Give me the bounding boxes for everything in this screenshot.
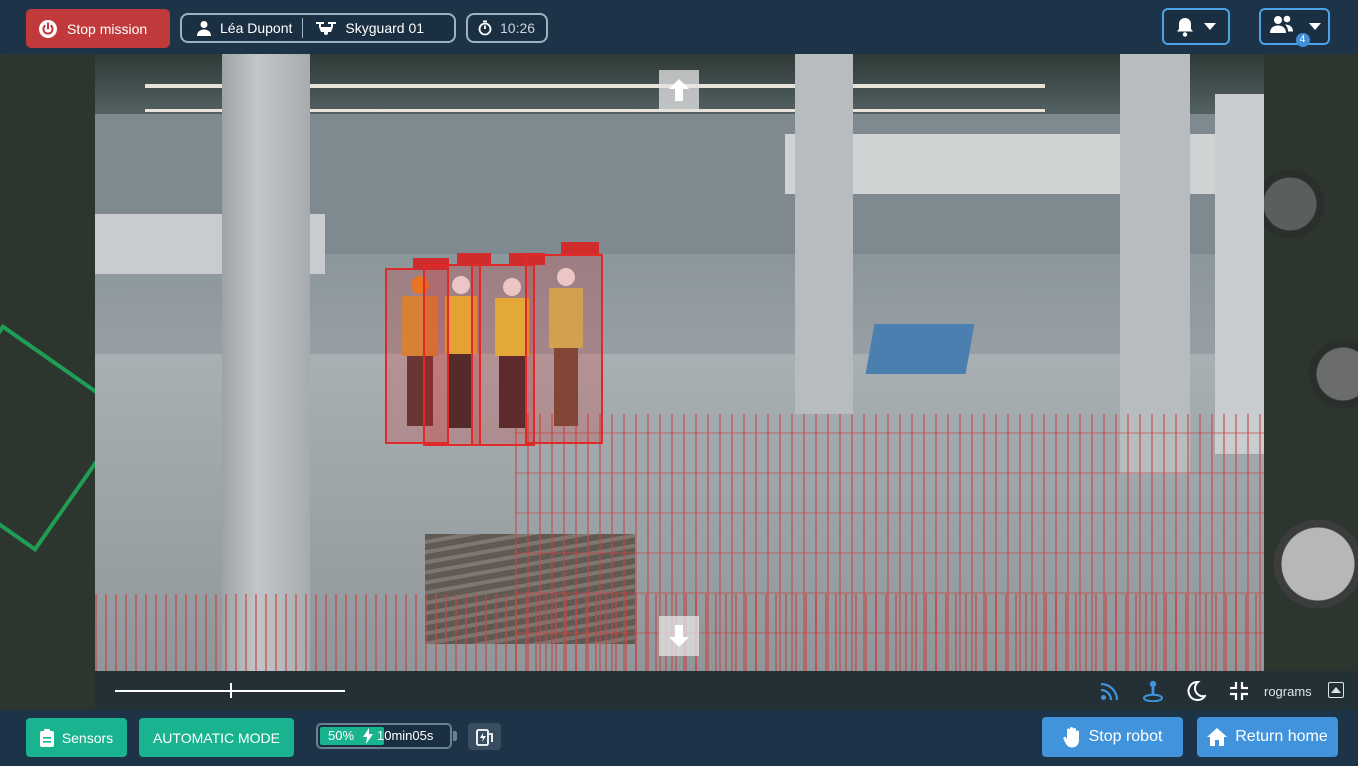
stop-mission-label: Stop mission [67, 20, 148, 37]
arrow-up-icon [669, 79, 689, 101]
bottom-bar: Sensors AUTOMATIC MODE 50% 10min05s Stop… [0, 710, 1358, 766]
stopwatch-icon [478, 20, 492, 36]
operator-name: Léa Dupont [220, 20, 293, 36]
scene-column [1215, 94, 1264, 454]
stop-robot-button[interactable]: Stop robot [1042, 717, 1183, 757]
timer-value: 10:26 [500, 20, 536, 36]
bolt-icon [363, 728, 373, 744]
notifications-button[interactable] [1162, 8, 1230, 45]
automatic-mode-button[interactable]: AUTOMATIC MODE [139, 718, 294, 757]
signal-icon [1100, 682, 1119, 701]
sensors-button[interactable]: Sensors [26, 718, 127, 757]
camera-down-button[interactable] [659, 616, 699, 656]
sensors-label: Sensors [61, 729, 114, 746]
chevron-down-icon [1308, 22, 1321, 30]
signal-button[interactable] [1098, 679, 1122, 703]
clipboard-icon [39, 728, 54, 747]
camera-up-button[interactable] [659, 70, 699, 110]
top-bar: Stop mission Léa Dupont Skyguard 01 10:2… [0, 0, 1358, 54]
arrow-down-icon [669, 625, 689, 647]
dock-icon [475, 728, 493, 746]
camera-feed[interactable] [95, 54, 1264, 671]
team-icon-wrap: 4 [1269, 15, 1310, 47]
battery-indicator: 50% 10min05s [316, 723, 452, 749]
robot-name: Skyguard 01 [345, 20, 425, 36]
scene-column [222, 54, 310, 671]
scrubber-handle[interactable] [230, 683, 232, 698]
drone-icon [316, 22, 337, 35]
video-controls-bar: rograms [95, 671, 1358, 710]
operator-robot-info: Léa Dupont Skyguard 01 [180, 13, 456, 43]
home-icon [1207, 728, 1228, 746]
programs-label[interactable]: rograms [1264, 684, 1312, 699]
expand-panel-icon [1331, 687, 1341, 693]
battery-percent: 50% [328, 728, 355, 743]
chevron-down-icon [1204, 22, 1216, 30]
bell-icon [1177, 17, 1193, 37]
return-home-button[interactable]: Return home [1197, 717, 1338, 757]
mission-timer: 10:26 [466, 13, 548, 43]
programs-panel-button[interactable] [1328, 682, 1344, 698]
battery-tip [453, 731, 457, 741]
mode-label: AUTOMATIC MODE [152, 729, 281, 746]
scene-column [795, 54, 853, 414]
joystick-icon [1143, 680, 1163, 702]
power-icon [39, 19, 57, 38]
divider [302, 18, 304, 38]
detection-label-tag [561, 242, 599, 254]
scene-beam-right [785, 134, 1264, 194]
joystick-button[interactable] [1141, 679, 1165, 703]
hand-icon [1062, 727, 1079, 748]
battery-time-remaining: 10min05s [377, 728, 434, 743]
team-count-badge: 4 [1295, 32, 1310, 47]
team-button[interactable]: 4 [1259, 8, 1330, 47]
night-mode-button[interactable] [1184, 679, 1208, 703]
stop-robot-label: Stop robot [1088, 728, 1163, 745]
user-icon [197, 21, 211, 36]
moon-icon [1187, 681, 1206, 701]
collapse-icon [1230, 682, 1248, 700]
stop-mission-button[interactable]: Stop mission [26, 9, 170, 48]
scene-cart [865, 324, 975, 374]
team-icon [1269, 15, 1293, 33]
person-detection-box[interactable] [525, 254, 603, 444]
collapse-view-button[interactable] [1227, 679, 1251, 703]
dock-button[interactable] [468, 723, 501, 750]
return-home-label: Return home [1235, 728, 1328, 745]
scene-column [1120, 54, 1190, 474]
